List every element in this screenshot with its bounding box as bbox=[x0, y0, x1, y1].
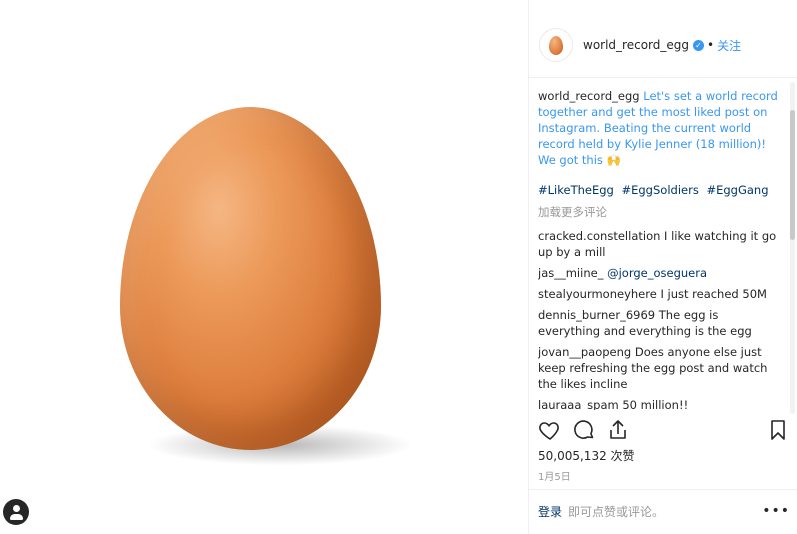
more-options-icon[interactable]: ••• bbox=[762, 503, 790, 519]
comment-username[interactable]: jas__miine_ bbox=[538, 266, 603, 280]
hashtag-link[interactable]: #LikeTheEgg bbox=[538, 183, 614, 197]
comment-mention[interactable]: @jorge_oseguera bbox=[607, 266, 707, 280]
comment-item: dennis_burner_6969 The egg is everything… bbox=[538, 307, 783, 339]
bookmark-icon[interactable] bbox=[766, 418, 790, 442]
post-header: world_record_egg ✓ • 关注 bbox=[529, 25, 797, 65]
hashtags: #LikeTheEgg #EggSoldiers #EggGang bbox=[538, 182, 783, 198]
login-link[interactable]: 登录 bbox=[538, 503, 562, 520]
post-side-panel: world_record_egg ✓ • 关注 world_record_egg… bbox=[528, 0, 797, 534]
hashtag-link[interactable]: #EggGang bbox=[706, 183, 768, 197]
post-date[interactable]: 1月5日 bbox=[538, 468, 571, 483]
divider bbox=[529, 489, 797, 490]
post-image[interactable] bbox=[0, 0, 528, 534]
comment-item: cracked.constellation I like watching it… bbox=[538, 228, 783, 260]
comment-username[interactable]: stealyourmoneyhere bbox=[538, 287, 657, 301]
comment-item: jovan__paopeng Does anyone else just kee… bbox=[538, 344, 783, 392]
comment-username[interactable]: jovan__paopeng bbox=[538, 345, 631, 359]
comment-username[interactable]: lauraaa_spam bbox=[538, 398, 619, 410]
comment-item: lauraaa_spam 50 million!! bbox=[538, 397, 783, 410]
verified-badge-icon: ✓ bbox=[693, 39, 704, 51]
action-bar bbox=[538, 418, 790, 444]
comment-text: I just reached 50M bbox=[660, 287, 767, 301]
header-username[interactable]: world_record_egg bbox=[583, 38, 689, 52]
login-hint: 即可点赞或评论。 bbox=[568, 505, 665, 519]
caption: world_record_egg Let's set a world recor… bbox=[538, 88, 783, 168]
comment-username[interactable]: cracked.constellation bbox=[538, 229, 660, 243]
egg-photo bbox=[120, 107, 381, 450]
comment-item: stealyourmoneyhere I just reached 50M bbox=[538, 286, 783, 302]
comments-area[interactable]: world_record_egg Let's set a world recor… bbox=[538, 88, 783, 410]
comment-icon[interactable] bbox=[572, 418, 596, 442]
divider bbox=[529, 77, 797, 78]
load-more-comments[interactable]: 加载更多评论 bbox=[538, 204, 783, 220]
caption-username[interactable]: world_record_egg bbox=[538, 89, 640, 103]
avatar[interactable] bbox=[539, 28, 573, 62]
login-prompt: 登录 即可点赞或评论。 ••• bbox=[538, 503, 790, 520]
hashtag-link[interactable]: #EggSoldiers bbox=[621, 183, 698, 197]
comment-item: jas__miine_ @jorge_oseguera bbox=[538, 265, 783, 281]
share-icon[interactable] bbox=[606, 418, 630, 442]
comments-scrollbar[interactable] bbox=[790, 82, 795, 414]
profile-icon[interactable] bbox=[3, 499, 29, 525]
comment-username[interactable]: dennis_burner_6969 bbox=[538, 308, 655, 322]
follow-button[interactable]: 关注 bbox=[717, 37, 741, 54]
separator: • bbox=[707, 38, 715, 52]
comment-text: 50 million!! bbox=[622, 398, 689, 410]
instagram-post-view: world_record_egg ✓ • 关注 world_record_egg… bbox=[0, 0, 797, 534]
heart-icon[interactable] bbox=[538, 418, 562, 442]
like-count[interactable]: 50,005,132 次赞 bbox=[538, 447, 635, 464]
